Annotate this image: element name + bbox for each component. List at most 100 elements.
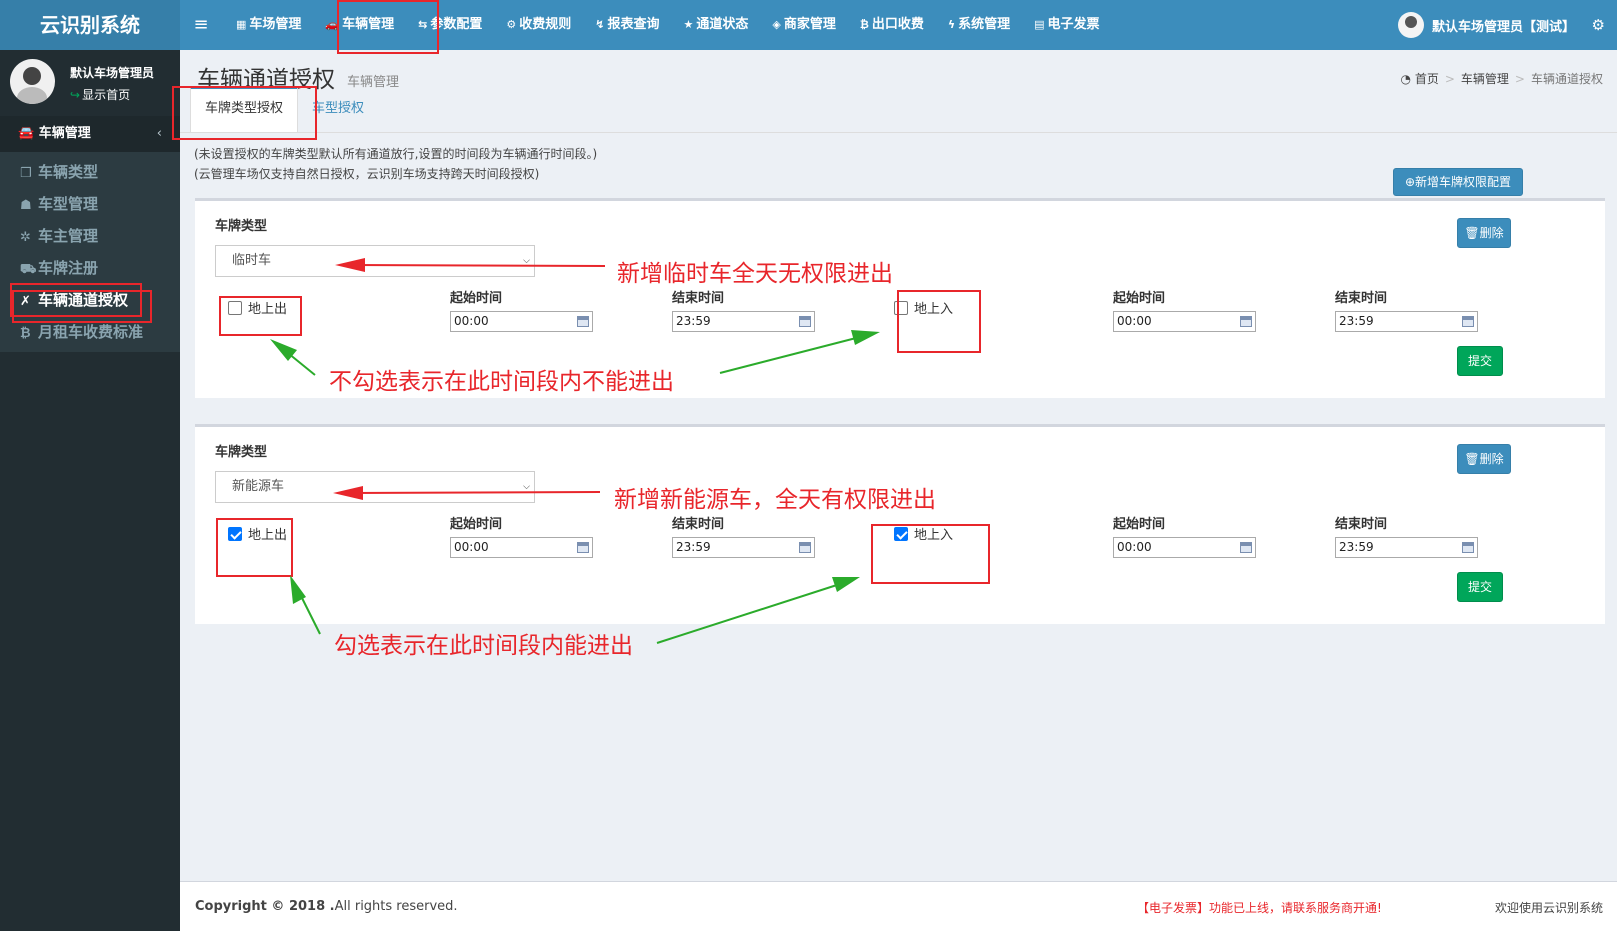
checkbox-box[interactable] (894, 526, 908, 541)
out-start-time-input[interactable]: 00:00 (450, 537, 593, 558)
start-time-label: 起始时间 (450, 291, 503, 306)
calendar-icon[interactable] (1462, 542, 1474, 553)
car-icon: 🚗 (325, 18, 340, 31)
user-menu[interactable]: 默认车场管理员【测试】 (1397, 0, 1575, 50)
end-time-label: 结束时间 (1335, 517, 1388, 532)
bitcoin-icon: ₿ (20, 326, 31, 341)
permission-panel: 车牌类型 新能源车 ⌵ 地上出 起始时间 00:00 结束时间 23:59 地上入… (195, 424, 1605, 624)
tab-plate-type-auth[interactable]: 车牌类型授权 (190, 86, 299, 132)
car-icon: 🚘 (18, 126, 35, 141)
note-text-1: (未设置授权的车牌类型默认所有通道放行,设置的时间段为车辆通行时间段。) (194, 147, 598, 161)
nav-parking-manage[interactable]: ▦ 车场管理 (224, 0, 313, 50)
plate-type-select[interactable]: 临时车 ⌵ (215, 245, 535, 277)
bolt-icon: ϟ (947, 18, 956, 31)
out-start-time-input[interactable]: 00:00 (450, 311, 593, 332)
nav-merchant-manage[interactable]: ◈ 商家管理 (760, 0, 847, 50)
nav-fee-rules[interactable]: ⚙ 收费规则 (494, 0, 583, 50)
sidebar-item-monthly-fee[interactable]: ₿ 月租车收费标准 (0, 316, 180, 348)
gears-settings-icon[interactable]: ⚙ (1592, 0, 1605, 50)
in-checkbox[interactable]: 地上入 (894, 524, 953, 543)
nav-exit-charge[interactable]: ₿ 出口收费 (848, 0, 936, 50)
nav-param-config[interactable]: ⇆ 参数配置 (406, 0, 494, 50)
menu-toggle-icon[interactable]: ≡ (180, 0, 222, 50)
in-start-time-input[interactable]: 00:00 (1113, 311, 1256, 332)
avatar (10, 59, 55, 104)
sidebar-section-vehicle[interactable]: 🚘 车辆管理 ‹ (0, 116, 180, 152)
top-header: 云识别系统 ≡ ▦ 车场管理 🚗 车辆管理 ⇆ 参数配置 ⚙ 收费规则 ↯ 报表查询 ★ 通… (0, 0, 1617, 50)
share-icon: ↪ (70, 88, 81, 102)
sidebar-user-name: 默认车场管理员 (70, 66, 155, 80)
plus-circle-icon: ⊕ (1404, 175, 1416, 189)
checkbox-box[interactable] (894, 300, 908, 315)
avatar (1397, 12, 1424, 38)
sidebar: 默认车场管理员 ↪ 显示首页 🚘 车辆管理 ‹ ❒ 车辆类型 ☗ 车型管理 ✲ 车主管理… (0, 50, 180, 931)
start-time-label: 起始时间 (1113, 517, 1166, 532)
nav-channel-status[interactable]: ★ 通道状态 (672, 0, 761, 50)
pie-icon: ☗ (20, 198, 32, 213)
in-end-time-input[interactable]: 23:59 (1335, 537, 1478, 558)
invoice-icon: ▤ (1034, 18, 1045, 31)
calendar-icon[interactable] (1240, 542, 1252, 553)
calendar-icon[interactable] (799, 542, 811, 553)
out-checkbox[interactable]: 地上出 (228, 298, 287, 317)
in-start-time-input[interactable]: 00:00 (1113, 537, 1256, 558)
sidebar-item-model-manage[interactable]: ☗ 车型管理 (0, 188, 180, 220)
calendar-icon[interactable] (1462, 316, 1474, 327)
submit-button[interactable]: 提交 (1457, 346, 1503, 376)
annotation-text: 新增临时车全天无权限进出 (617, 261, 893, 287)
sidebar-item-owner-manage[interactable]: ✲ 车主管理 (0, 220, 180, 252)
gears-icon: ⚙ (506, 18, 517, 31)
delete-button[interactable]: 🗑删除 (1457, 444, 1511, 474)
nav-e-invoice[interactable]: ▤ 电子发票 (1022, 0, 1111, 50)
chevron-left-icon: ‹ (156, 126, 162, 141)
sidebar-menu: ❒ 车辆类型 ☗ 车型管理 ✲ 车主管理 ⛟ 车牌注册 ✗ 车辆通道授权 ₿ 月租车收费标准 (0, 152, 180, 352)
asterisk-icon: ✲ (20, 230, 31, 245)
breadcrumb-home[interactable]: 首页 (1415, 72, 1439, 86)
sidebar-item-plate-register[interactable]: ⛟ 车牌注册 (0, 252, 180, 284)
checkbox-box[interactable] (228, 526, 242, 541)
nav-vehicle-manage[interactable]: 🚗 车辆管理 (313, 0, 406, 50)
in-checkbox[interactable]: 地上入 (894, 298, 953, 317)
breadcrumb-mid[interactable]: 车辆管理 (1461, 72, 1509, 86)
star-icon: ★ (683, 18, 694, 31)
nav-system-manage[interactable]: ϟ 系统管理 (936, 0, 1022, 50)
delete-button[interactable]: 🗑删除 (1457, 218, 1511, 248)
submit-button[interactable]: 提交 (1457, 572, 1503, 602)
calendar-icon[interactable] (577, 316, 589, 327)
end-time-label: 结束时间 (672, 291, 725, 306)
main-content: 车辆通道授权 车辆管理 ◔ 首页 > 车辆管理 > 车辆通道授权 车牌类型授权 车型授权… (180, 50, 1617, 881)
annotation-text: 勾选表示在此时间段内能进出 (334, 633, 633, 659)
sidebar-item-vehicle-type[interactable]: ❒ 车辆类型 (0, 156, 180, 188)
plate-type-select[interactable]: 新能源车 ⌵ (215, 471, 535, 503)
sidebar-user-panel: 默认车场管理员 ↪ 显示首页 (0, 50, 180, 116)
grid-icon: ▦ (236, 18, 247, 31)
start-time-label: 起始时间 (1113, 291, 1166, 306)
out-end-time-input[interactable]: 23:59 (672, 537, 815, 558)
tab-model-auth[interactable]: 车型授权 (298, 86, 378, 132)
calendar-icon[interactable] (577, 542, 589, 553)
start-time-label: 起始时间 (450, 517, 503, 532)
tag-icon: ◈ (772, 18, 781, 31)
welcome-text: 欢迎使用云识别系统 (1494, 901, 1603, 915)
bitcoin-icon: ₿ (859, 18, 869, 31)
tab-divider (180, 132, 1617, 133)
checkbox-box[interactable] (228, 300, 242, 315)
sidebar-item-channel-auth[interactable]: ✗ 车辆通道授权 (0, 283, 180, 317)
footer: Copyright © 2018 .All rights reserved. 【… (180, 881, 1617, 931)
dashboard-icon: ◔ (1400, 72, 1411, 86)
nav-report-query[interactable]: ↯ 报表查询 (583, 0, 671, 50)
calendar-icon[interactable] (799, 316, 811, 327)
out-end-time-input[interactable]: 23:59 (672, 311, 815, 332)
in-end-time-input[interactable]: 23:59 (1335, 311, 1478, 332)
sidebar-user-status[interactable]: ↪ 显示首页 (70, 86, 130, 103)
chart-icon: ↯ (595, 18, 605, 31)
add-plate-permission-button[interactable]: ⊕新增车牌权限配置 (1393, 168, 1523, 196)
app-logo[interactable]: 云识别系统 (0, 0, 180, 50)
calendar-icon[interactable] (1240, 316, 1252, 327)
cube-icon: ❒ (20, 166, 32, 181)
chevron-down-icon: ⌵ (523, 482, 530, 492)
out-checkbox[interactable]: 地上出 (228, 524, 287, 543)
annotation-text: 不勾选表示在此时间段内不能进出 (329, 369, 674, 395)
trash-icon: 🗑 (1464, 226, 1480, 240)
top-nav: ▦ 车场管理 🚗 车辆管理 ⇆ 参数配置 ⚙ 收费规则 ↯ 报表查询 ★ 通道状态 ◈ 商家管… (224, 0, 1112, 50)
